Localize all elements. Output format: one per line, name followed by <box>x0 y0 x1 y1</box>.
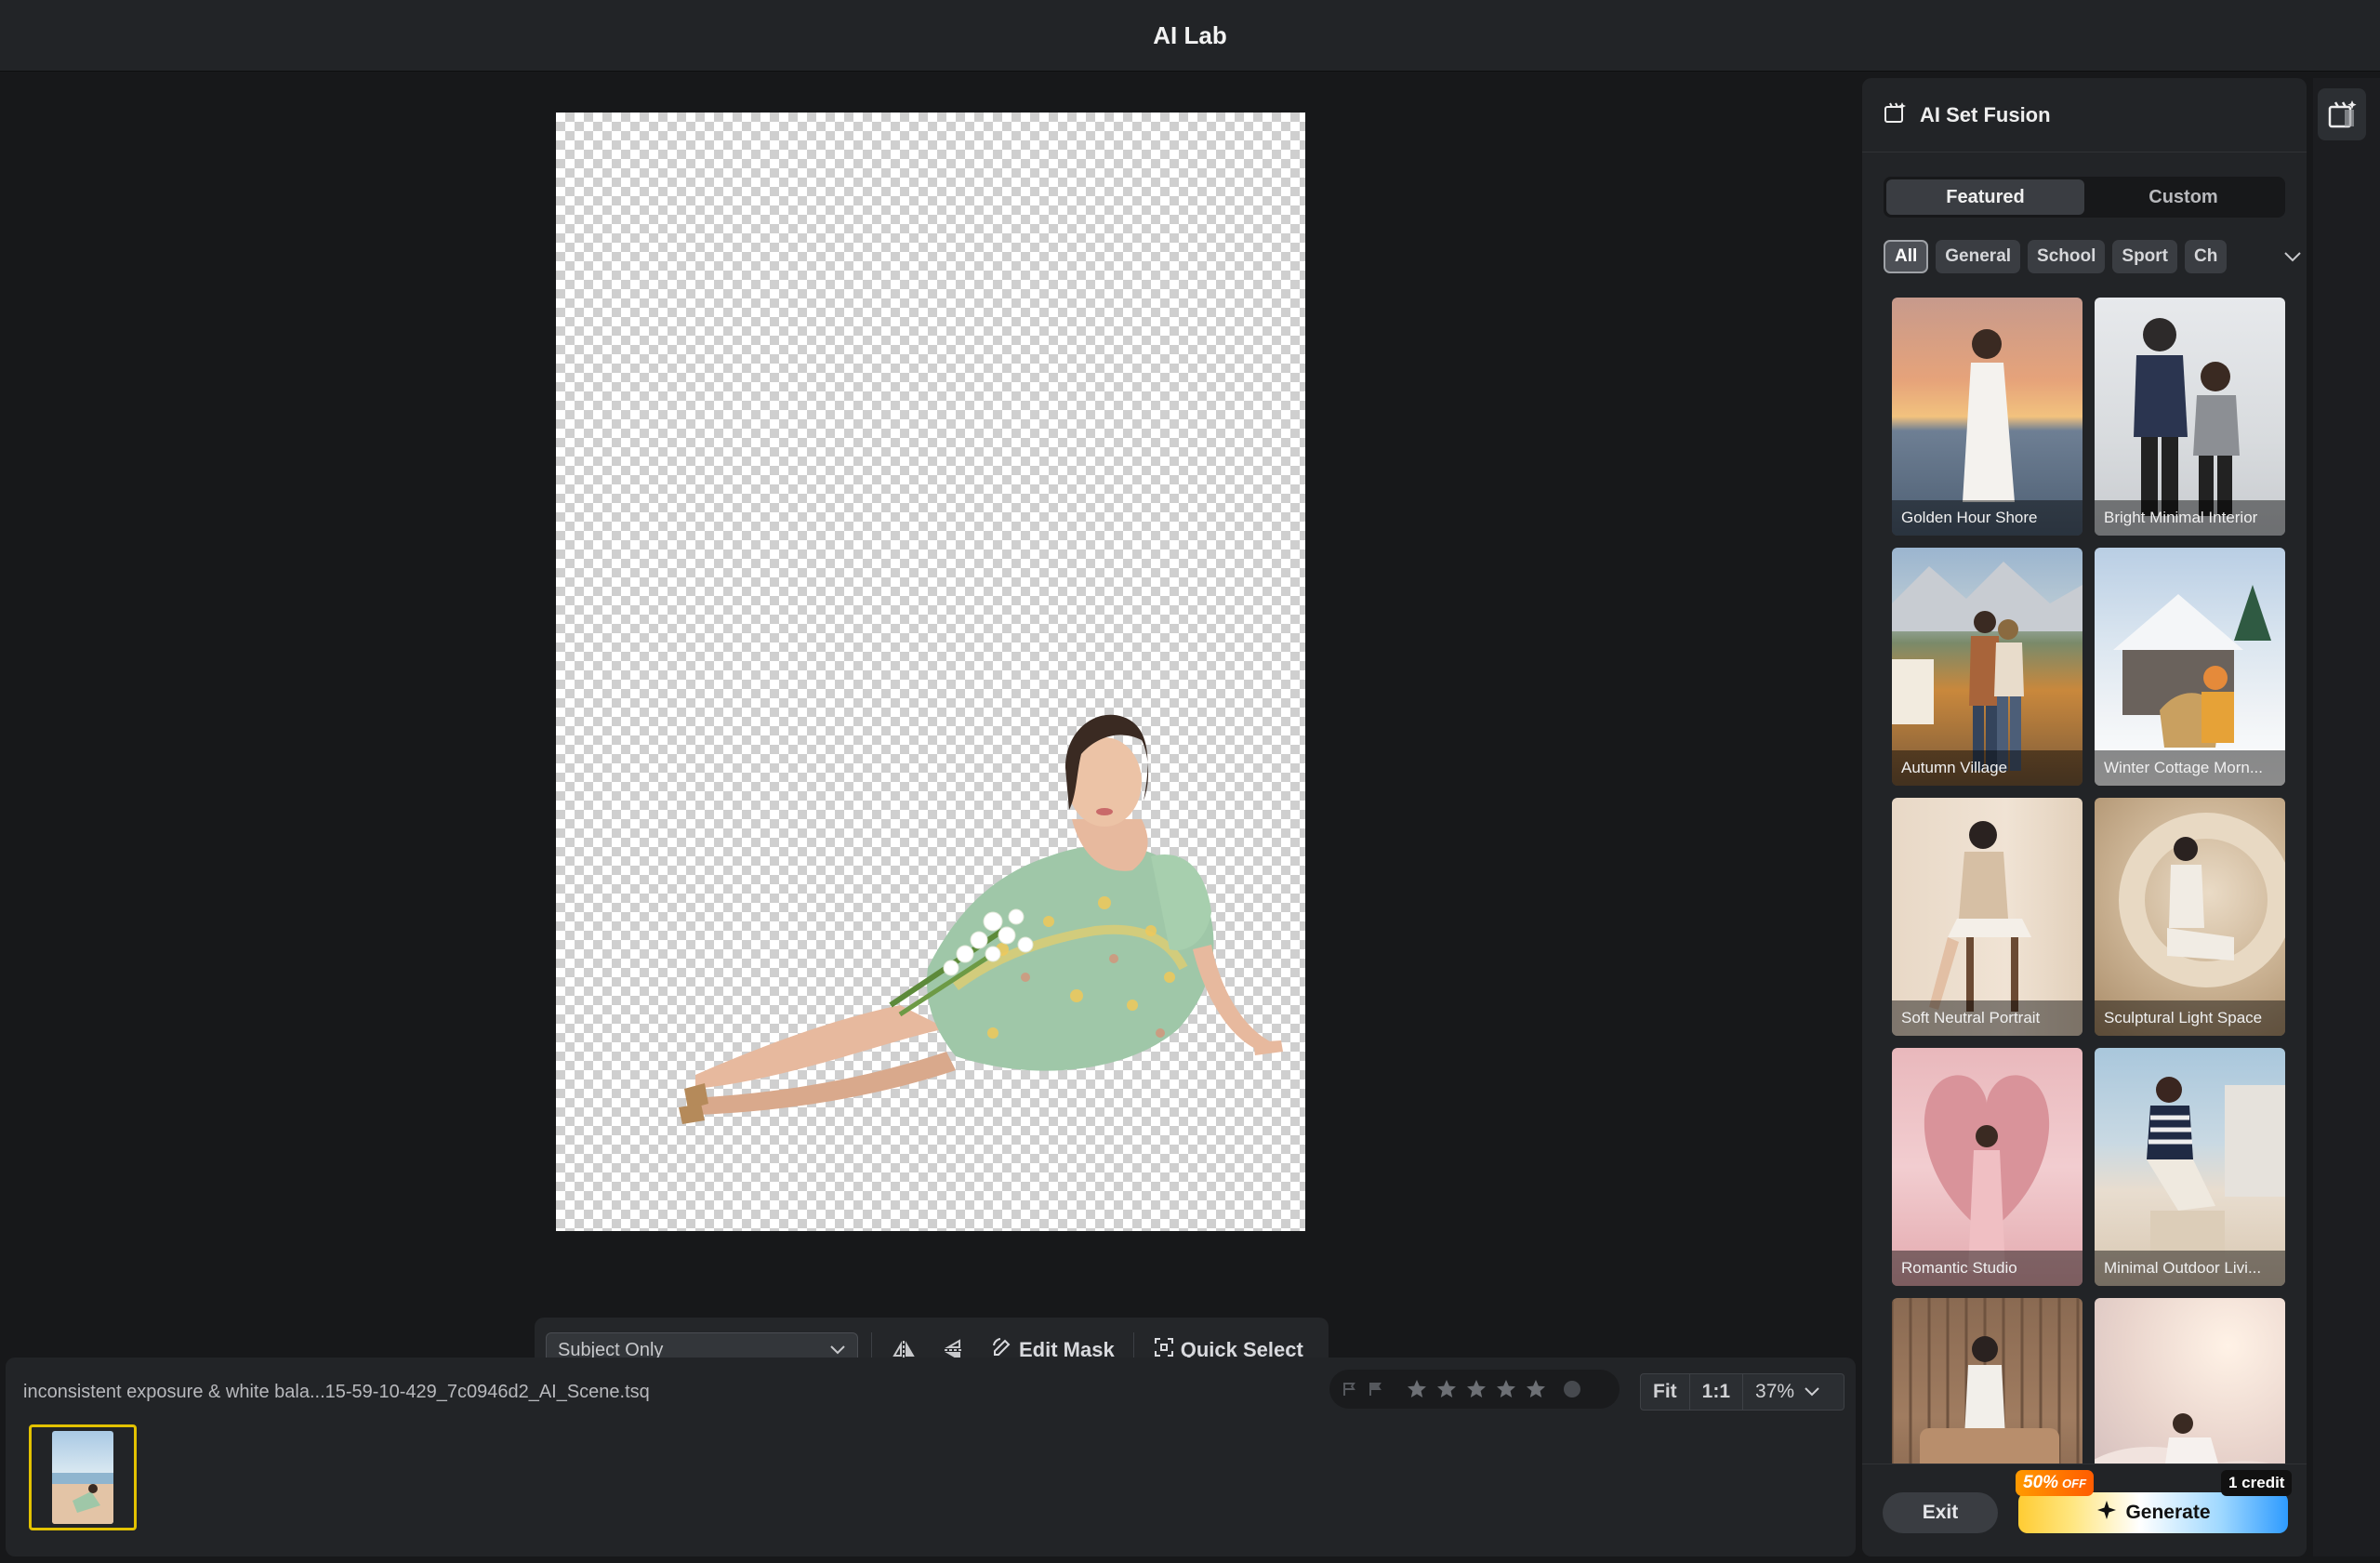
zoom-controls: Fit 1:1 37% <box>1640 1373 1844 1411</box>
scene-label: Autumn Village <box>1892 750 2082 786</box>
chip-school[interactable]: School <box>2028 240 2106 273</box>
star-icon[interactable] <box>1525 1378 1547 1400</box>
cutout-subject-image <box>679 714 1283 1124</box>
file-name: inconsistent exposure & white bala...15-… <box>23 1382 650 1402</box>
scene-card[interactable]: Minimal Outdoor Livi... <box>2095 1048 2285 1286</box>
scene-label: Minimal Outdoor Livi... <box>2095 1251 2285 1286</box>
chevron-down-icon[interactable] <box>2279 240 2307 273</box>
panel-footer: Exit Generate 50% OFF 1 credit <box>1862 1464 2307 1556</box>
exit-button[interactable]: Exit <box>1883 1492 1998 1533</box>
generate-button[interactable]: Generate <box>2018 1492 2288 1533</box>
category-chips: All General School Sport Ch <box>1884 238 2285 275</box>
rating-bar <box>1329 1370 1620 1409</box>
scene-label: Sculptural Light Space <box>2095 1000 2285 1036</box>
discount-suffix: OFF <box>2062 1476 2087 1490</box>
scene-card[interactable]: Romantic Studio <box>1892 1048 2082 1286</box>
scene-card[interactable]: Autumn Village <box>1892 548 2082 786</box>
ai-set-fusion-panel: AI Set Fusion Featured Custom All Genera… <box>1862 78 2307 1556</box>
discount-badge: 50% OFF <box>2016 1470 2095 1496</box>
discount-value: 50% <box>2023 1473 2059 1492</box>
scene-label: Soft Neutral Portrait <box>1892 1000 2082 1036</box>
zoom-fit-button[interactable]: Fit <box>1641 1374 1690 1410</box>
zoom-level-value: 37% <box>1755 1381 1795 1402</box>
star-icon[interactable] <box>1495 1378 1517 1400</box>
ai-set-fusion-tool-icon[interactable] <box>2318 88 2366 140</box>
filmstrip-panel: inconsistent exposure & white bala...15-… <box>6 1358 1856 1556</box>
window-title: AI Lab <box>1153 20 1227 49</box>
chevron-down-icon <box>1805 1387 1819 1397</box>
scene-grid: Golden Hour Shore Bright Minimal Interio… <box>1892 298 2288 1543</box>
image-canvas[interactable] <box>556 113 1305 1231</box>
scene-label: Golden Hour Shore <box>1892 500 2082 536</box>
scene-card[interactable]: Golden Hour Shore <box>1892 298 2082 536</box>
scene-card[interactable]: Winter Cottage Morn... <box>2095 548 2285 786</box>
credit-badge: 1 credit <box>2221 1470 2293 1496</box>
panel-title: AI Set Fusion <box>1920 102 2051 126</box>
tab-featured[interactable]: Featured <box>1886 179 2084 215</box>
star-icon[interactable] <box>1406 1378 1428 1400</box>
canvas-area: Subject Only Edit Mask Quick Select <box>0 73 1859 1383</box>
tab-custom[interactable]: Custom <box>2084 179 2282 215</box>
generate-label: Generate <box>2125 1502 2211 1523</box>
sparkle-icon <box>2096 1499 2118 1527</box>
scene-source-tabs: Featured Custom <box>1884 177 2285 218</box>
star-icon[interactable] <box>1465 1378 1488 1400</box>
zoom-1to1-button[interactable]: 1:1 <box>1690 1374 1744 1410</box>
scene-card[interactable]: Sculptural Light Space <box>2095 798 2285 1036</box>
star-icon[interactable] <box>1435 1378 1458 1400</box>
scene-card[interactable]: Soft Neutral Portrait <box>1892 798 2082 1036</box>
color-label-dot[interactable] <box>1564 1381 1580 1397</box>
flag-pick-icon[interactable] <box>1341 1380 1359 1398</box>
panel-header: AI Set Fusion <box>1862 78 2307 152</box>
scene-label: Romantic Studio <box>1892 1251 2082 1286</box>
title-bar: AI Lab <box>0 0 2380 72</box>
zoom-level-select[interactable]: 37% <box>1743 1374 1832 1410</box>
scene-label: Winter Cottage Morn... <box>2095 750 2285 786</box>
side-tool-strip <box>2313 78 2380 1556</box>
flag-reject-icon[interactable] <box>1367 1380 1385 1398</box>
chip-ch[interactable]: Ch <box>2185 240 2228 273</box>
star-rating[interactable] <box>1406 1378 1547 1400</box>
filmstrip-thumbnail[interactable] <box>29 1424 137 1530</box>
thumbnail-image <box>52 1431 113 1524</box>
scene-label: Bright Minimal Interior <box>2095 500 2285 536</box>
set-fusion-icon <box>1883 100 1907 129</box>
chip-general[interactable]: General <box>1936 240 2021 273</box>
chip-sport[interactable]: Sport <box>2112 240 2177 273</box>
scene-card[interactable]: Bright Minimal Interior <box>2095 298 2285 536</box>
chip-all[interactable]: All <box>1884 240 1929 273</box>
